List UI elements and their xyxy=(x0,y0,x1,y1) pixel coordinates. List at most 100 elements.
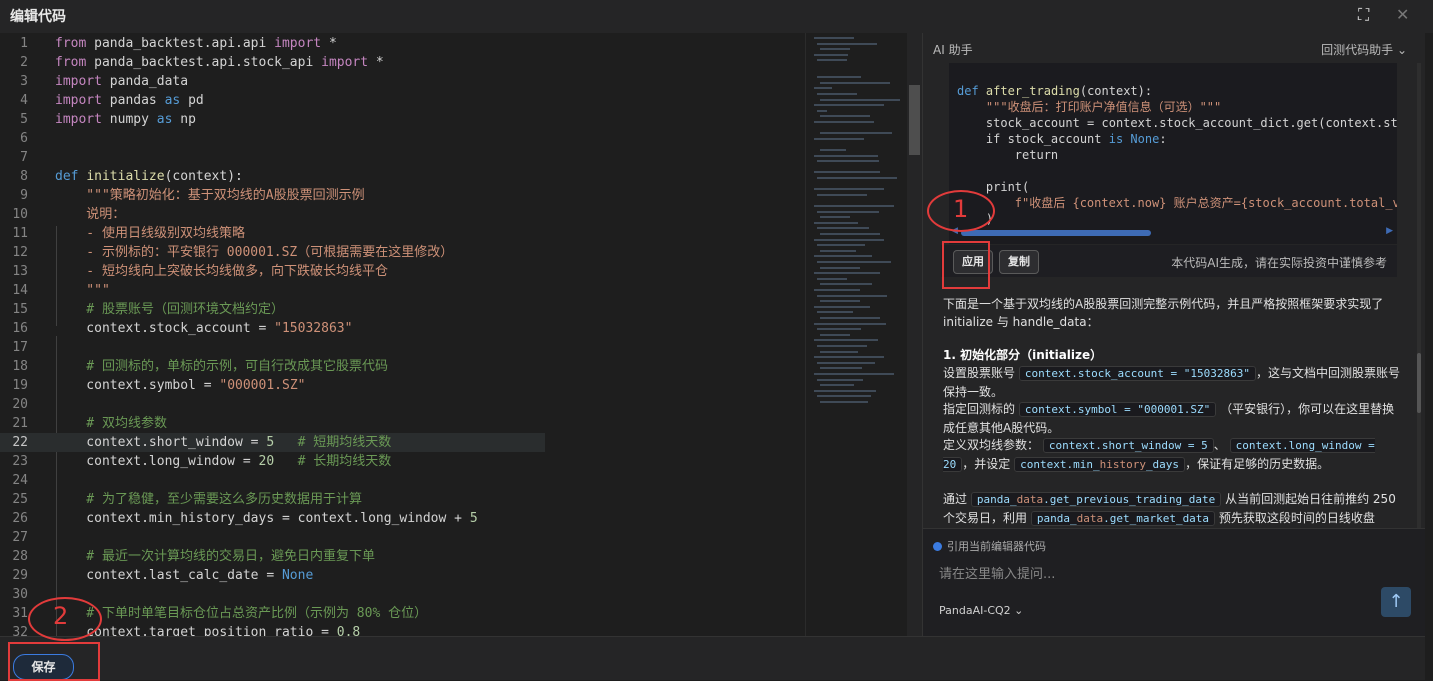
minimap-line xyxy=(814,188,884,191)
code-text: - 使用日线级别双均线策略 xyxy=(55,226,245,241)
code-line[interactable]: 16 context.stock_account = "15032863" xyxy=(0,319,805,338)
reference-editor-toggle[interactable]: 引用当前编辑器代码 xyxy=(933,538,1046,554)
code-text: context.target_position_ratio = 0.8 xyxy=(55,625,361,636)
code-line[interactable]: 9 """策略初始化：基于双均线的A股股票回测示例 xyxy=(0,186,805,205)
line-number: 5 xyxy=(20,112,28,127)
code-line[interactable]: 30 xyxy=(0,585,805,604)
code-line[interactable]: 29 context.last_calc_date = None xyxy=(0,566,805,585)
inline-code: context.min_history_days xyxy=(1014,457,1186,472)
code-line[interactable]: 25 # 为了稳健，至少需要这么多历史数据用于计算 xyxy=(0,490,805,509)
ai-code-block[interactable]: ) f"收盘后 {context.now} 账户总资产={stock_accou… xyxy=(949,63,1397,244)
code-line[interactable]: 14 """ xyxy=(0,281,805,300)
minimap-line xyxy=(817,378,863,381)
minimap-line xyxy=(817,42,877,45)
minimap-line xyxy=(814,121,874,123)
code-line[interactable]: 5 import numpy as np xyxy=(0,110,805,129)
assistant-mode-dropdown[interactable]: 回测代码助手 ⌄ xyxy=(1321,41,1407,58)
line-number: 1 xyxy=(20,36,28,51)
code-line[interactable]: 12 - 示例标的：平安银行 000001.SZ（可根据需要在这里修改） xyxy=(0,243,805,262)
editor-scrollbar-thumb[interactable] xyxy=(909,85,920,155)
scroll-right-icon[interactable]: ▶ xyxy=(1386,226,1393,236)
minimap-line xyxy=(814,87,832,90)
code-editor[interactable]: 1 from panda_backtest.api.api import * 2 fr… xyxy=(0,33,805,636)
code-line[interactable]: 24 xyxy=(0,471,805,490)
copy-button[interactable]: 复制 xyxy=(999,250,1039,274)
code-text: 说明： xyxy=(55,207,126,222)
code-block-scrollbar-thumb[interactable] xyxy=(961,230,1151,236)
minimap-line xyxy=(817,277,847,280)
minimap-line xyxy=(820,249,856,252)
line-number: 8 xyxy=(20,169,28,184)
ai-code-line: return xyxy=(957,148,1059,162)
arrow-up-icon: ↑ xyxy=(1388,591,1404,612)
ai-code-line: stock_account = context.stock_account_di… xyxy=(957,116,1397,130)
code-line[interactable]: 1 from panda_backtest.api.api import * xyxy=(0,34,805,53)
code-text: def initialize(context): xyxy=(55,169,243,184)
minimap-line xyxy=(814,272,880,275)
line-number: 12 xyxy=(12,245,28,260)
code-line[interactable]: 20 xyxy=(0,395,805,414)
code-line[interactable]: 7 xyxy=(0,148,805,167)
code-line[interactable]: 3 import panda_data xyxy=(0,72,805,91)
minimap-line xyxy=(817,177,897,179)
code-line[interactable]: 2 from panda_backtest.api.stock_api impor… xyxy=(0,53,805,72)
minimap-line xyxy=(814,289,860,291)
code-block-scrollbar[interactable]: ◀ ▶ xyxy=(949,226,1397,238)
minimap-line xyxy=(817,193,867,196)
minimap[interactable] xyxy=(805,33,906,636)
annotation-number-2: 2 xyxy=(53,602,69,630)
code-line[interactable]: 27 xyxy=(0,528,805,547)
code-line[interactable]: 6 xyxy=(0,129,805,148)
code-line[interactable]: 32 context.target_position_ratio = 0.8 xyxy=(0,623,805,636)
chat-scrollbar[interactable] xyxy=(1417,63,1421,528)
code-line[interactable]: 17 xyxy=(0,338,805,357)
chat-history[interactable]: ) f"收盘后 {context.now} 账户总资产={stock_accou… xyxy=(923,63,1425,528)
send-button[interactable]: ↑ xyxy=(1381,587,1411,617)
line-number: 9 xyxy=(20,188,28,203)
minimap-line xyxy=(820,300,860,303)
minimap-line xyxy=(820,350,858,353)
panel-header: AI 助手 回测代码助手 ⌄ xyxy=(923,33,1425,63)
editor-scrollbar[interactable] xyxy=(907,33,922,636)
checkbox-checked-icon[interactable] xyxy=(933,542,942,551)
minimap-line xyxy=(817,345,867,347)
code-text: context.symbol = "000001.SZ" xyxy=(55,378,306,393)
code-text: context.short_window = 5 # 短期均线天数 xyxy=(55,435,392,450)
code-line[interactable]: 18 # 回测标的，单标的示例，可自行改成其它股票代码 xyxy=(0,357,805,376)
minimap-line xyxy=(820,233,880,235)
close-icon[interactable]: ✕ xyxy=(1396,5,1409,24)
code-line[interactable]: 4 import pandas as pd xyxy=(0,91,805,110)
minimap-line xyxy=(814,171,880,174)
minimap-line xyxy=(817,361,875,364)
code-text: # 回测标的，单标的示例，可自行改成其它股票代码 xyxy=(55,359,388,374)
minimap-line xyxy=(814,322,886,325)
code-line[interactable]: 23 context.long_window = 20 # 长期均线天数 xyxy=(0,452,805,471)
model-selector[interactable]: PandaAI-CQ2 ⌄ xyxy=(939,604,1023,617)
line-number: 27 xyxy=(12,530,28,545)
fullscreen-icon[interactable]: ⛶ xyxy=(1358,5,1369,25)
code-actions: 应用 复制 本代码AI生成，请在实际投资中谨慎参考 xyxy=(941,245,1397,277)
code-line[interactable]: 21 # 双均线参数 xyxy=(0,414,805,433)
chat-scrollbar-thumb[interactable] xyxy=(1417,353,1421,413)
code-line[interactable]: 28 # 最近一次计算均线的交易日，避免日内重复下单 xyxy=(0,547,805,566)
code-line[interactable]: 11 - 使用日线级别双均线策略 xyxy=(0,224,805,243)
code-line[interactable]: 10 说明： xyxy=(0,205,805,224)
code-line[interactable]: 13 - 短均线向上突破长均线做多，向下跌破长均线平仓 xyxy=(0,262,805,281)
line-number: 13 xyxy=(12,264,28,279)
code-line[interactable]: 8 def initialize(context): xyxy=(0,167,805,186)
line-number: 15 xyxy=(12,302,28,317)
minimap-line xyxy=(820,283,872,286)
minimap-line xyxy=(820,333,850,336)
line-number: 19 xyxy=(12,378,28,393)
code-line[interactable]: 19 context.symbol = "000001.SZ" xyxy=(0,376,805,395)
code-line[interactable]: 31 # 下单时单笔目标仓位占总资产比例（示例为 80% 仓位） xyxy=(0,604,805,623)
minimap-line xyxy=(820,98,900,101)
code-text: - 短均线向上突破长均线做多，向下跌破长均线平仓 xyxy=(55,264,388,279)
code-line[interactable]: 26 context.min_history_days = context.lo… xyxy=(0,509,805,528)
code-line[interactable]: 15 # 股票账号（回测环境文档约定） xyxy=(0,300,805,319)
chat-input[interactable] xyxy=(937,562,1361,586)
minimap-line xyxy=(820,115,870,118)
line-number: 23 xyxy=(12,454,28,469)
panel-title: AI 助手 xyxy=(933,43,973,57)
code-line[interactable]: 22 context.short_window = 5 # 短期均线天数 xyxy=(0,433,805,452)
